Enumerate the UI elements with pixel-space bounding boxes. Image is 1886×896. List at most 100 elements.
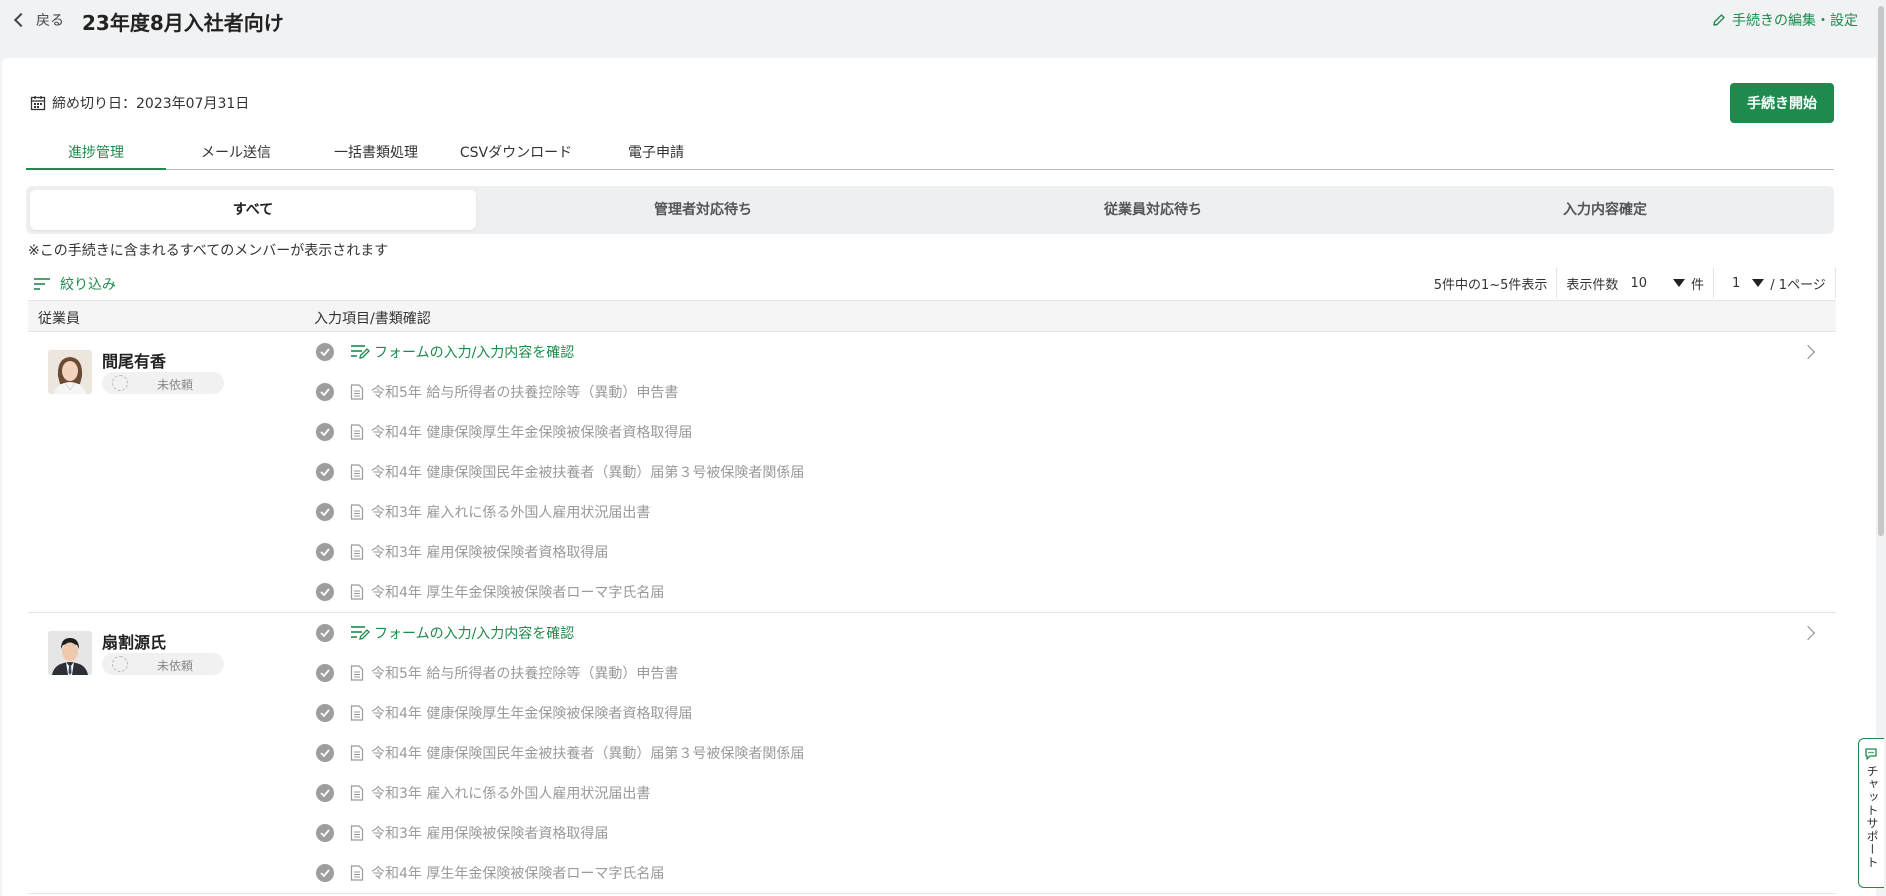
document-label: 令和3年 雇用保険被保険者資格取得届 bbox=[371, 826, 609, 842]
check-icon bbox=[316, 503, 334, 521]
document-item[interactable]: 令和3年 雇用保険被保険者資格取得届 bbox=[316, 532, 608, 572]
check-icon bbox=[316, 824, 334, 842]
deadline: 締め切り日：2023年07月31日 bbox=[30, 93, 249, 113]
form-edit-icon bbox=[350, 344, 370, 360]
members-note: ※この手続きに含まれるすべてのメンバーが表示されます bbox=[28, 243, 389, 259]
avatar bbox=[48, 350, 92, 394]
form-edit-icon bbox=[350, 625, 370, 641]
pending-icon bbox=[112, 656, 128, 672]
page-title: 23年度8月入社者向け bbox=[82, 11, 284, 35]
per-page-value: 10 bbox=[1630, 275, 1647, 291]
document-item[interactable]: 令和4年 厚生年金保険被保険者ローマ字氏名届 bbox=[316, 572, 664, 612]
result-summary: 5件中の1~5件表示 bbox=[1425, 268, 1558, 298]
caret-down-icon bbox=[1672, 279, 1685, 287]
chevron-right-icon[interactable] bbox=[1800, 344, 1816, 360]
start-procedure-button[interactable]: 手続き開始 bbox=[1730, 83, 1834, 123]
tab-email[interactable]: メール送信 bbox=[166, 140, 306, 170]
edit-settings-link[interactable]: 手続きの編集・設定 bbox=[1712, 10, 1858, 30]
employee-row: 扇割源氏 未依頼 フォームの入力/入力内容を確認 令和5年 給与所得者の扶養控除… bbox=[28, 613, 1836, 894]
check-icon bbox=[316, 543, 334, 561]
document-label: 令和4年 健康保険厚生年金保険被保険者資格取得届 bbox=[371, 706, 693, 722]
document-item[interactable]: 令和4年 健康保険厚生年金保険被保険者資格取得届 bbox=[316, 412, 692, 452]
tab-progress[interactable]: 進捗管理 bbox=[26, 140, 166, 170]
segment-employee-pending[interactable]: 従業員対応待ち bbox=[930, 190, 1376, 230]
document-item[interactable]: 令和4年 健康保険国民年金被扶養者（異動）届第３号被保険者関係届 bbox=[316, 733, 804, 773]
pagination: 5件中の1~5件表示 表示件数 10 件 1 / 1ページ bbox=[1425, 268, 1836, 298]
employee-name: 扇割源氏 bbox=[102, 633, 167, 652]
segment-admin-pending[interactable]: 管理者対応待ち bbox=[480, 190, 926, 230]
per-page-control: 表示件数 10 件 bbox=[1557, 268, 1714, 298]
per-page-label: 表示件数 bbox=[1566, 277, 1619, 293]
document-item[interactable]: 令和5年 給与所得者の扶養控除等（異動）申告書 bbox=[316, 372, 678, 412]
document-item[interactable]: 令和3年 雇入れに係る外国人雇用状況届出書 bbox=[316, 773, 650, 813]
check-icon bbox=[316, 624, 334, 642]
document-icon bbox=[350, 504, 364, 520]
check-icon bbox=[316, 664, 334, 682]
document-item[interactable]: 令和4年 健康保険厚生年金保険被保険者資格取得届 bbox=[316, 693, 692, 733]
status-badge: 未依頼 bbox=[102, 372, 224, 394]
calendar-icon bbox=[30, 96, 46, 111]
segment-all[interactable]: すべて bbox=[30, 190, 476, 230]
document-icon bbox=[350, 665, 364, 681]
document-label: 令和5年 給与所得者の扶養控除等（異動）申告書 bbox=[371, 666, 679, 682]
back-button[interactable]: 戻る bbox=[12, 10, 64, 30]
chat-support-label: チャットサポート bbox=[1865, 765, 1879, 869]
check-icon bbox=[316, 744, 334, 762]
check-icon bbox=[316, 784, 334, 802]
per-page-unit: 件 bbox=[1690, 277, 1704, 293]
page-suffix: / 1ページ bbox=[1770, 277, 1826, 293]
document-item[interactable]: 令和5年 給与所得者の扶養控除等（異動）申告書 bbox=[316, 653, 678, 693]
page-select[interactable]: 1 bbox=[1732, 276, 1770, 291]
back-label: 戻る bbox=[36, 13, 64, 29]
pending-icon bbox=[112, 375, 128, 391]
edit-settings-label: 手続きの編集・設定 bbox=[1732, 13, 1858, 29]
document-label: 令和3年 雇用保険被保険者資格取得届 bbox=[371, 545, 609, 561]
caret-down-icon bbox=[1752, 279, 1765, 287]
tab-bulk-documents[interactable]: 一括書類処理 bbox=[306, 140, 446, 170]
document-label: 令和5年 給与所得者の扶養控除等（異動）申告書 bbox=[371, 385, 679, 401]
scrollbar-thumb[interactable] bbox=[1878, 6, 1884, 536]
segment-confirmed[interactable]: 入力内容確定 bbox=[1380, 190, 1830, 230]
main-card: 締め切り日：2023年07月31日 手続き開始 進捗管理 メール送信 一括書類処… bbox=[2, 58, 1880, 896]
check-icon bbox=[316, 583, 334, 601]
document-icon bbox=[350, 865, 364, 881]
check-icon bbox=[316, 463, 334, 481]
form-link-label: フォームの入力/入力内容を確認 bbox=[374, 345, 575, 361]
form-input-link[interactable]: フォームの入力/入力内容を確認 bbox=[316, 332, 574, 372]
document-icon bbox=[350, 825, 364, 841]
document-label: 令和4年 健康保険国民年金被扶養者（異動）届第３号被保険者関係届 bbox=[371, 465, 805, 481]
form-input-link[interactable]: フォームの入力/入力内容を確認 bbox=[316, 613, 574, 653]
per-page-select[interactable]: 10 bbox=[1630, 276, 1691, 291]
status-label: 未依頼 bbox=[157, 659, 194, 673]
document-item[interactable]: 令和3年 雇入れに係る外国人雇用状況届出書 bbox=[316, 492, 650, 532]
document-label: 令和4年 健康保険国民年金被扶養者（異動）届第３号被保険者関係届 bbox=[371, 746, 805, 762]
form-link-label: フォームの入力/入力内容を確認 bbox=[374, 626, 575, 642]
document-icon bbox=[350, 384, 364, 400]
document-icon bbox=[350, 464, 364, 480]
document-icon bbox=[350, 745, 364, 761]
tab-e-filing[interactable]: 電子申請 bbox=[586, 140, 726, 170]
document-label: 令和3年 雇入れに係る外国人雇用状況届出書 bbox=[371, 505, 651, 521]
document-icon bbox=[350, 785, 364, 801]
document-label: 令和4年 厚生年金保険被保険者ローマ字氏名届 bbox=[371, 866, 665, 882]
check-icon bbox=[316, 423, 334, 441]
status-filter-segment: すべて 管理者対応待ち 従業員対応待ち 入力内容確定 bbox=[26, 186, 1834, 234]
column-employee: 従業員 bbox=[38, 311, 80, 327]
document-item[interactable]: 令和3年 雇用保険被保険者資格取得届 bbox=[316, 813, 608, 853]
document-icon bbox=[350, 584, 364, 600]
tab-csv-download[interactable]: CSVダウンロード bbox=[446, 140, 586, 170]
check-icon bbox=[316, 864, 334, 882]
document-item[interactable]: 令和4年 健康保険国民年金被扶養者（異動）届第３号被保険者関係届 bbox=[316, 452, 804, 492]
document-label: 令和3年 雇入れに係る外国人雇用状況届出書 bbox=[371, 786, 651, 802]
status-badge: 未依頼 bbox=[102, 653, 224, 675]
chevron-right-icon[interactable] bbox=[1800, 625, 1816, 641]
document-item[interactable]: 令和4年 厚生年金保険被保険者ローマ字氏名届 bbox=[316, 853, 664, 893]
filter-icon bbox=[34, 278, 50, 290]
check-icon bbox=[316, 343, 334, 361]
chat-icon bbox=[1865, 748, 1877, 760]
employee-name: 間尾有香 bbox=[102, 352, 167, 371]
chat-support-button[interactable]: チャットサポート bbox=[1858, 738, 1884, 888]
check-icon bbox=[316, 704, 334, 722]
table-header: 従業員 入力項目/書類確認 bbox=[28, 300, 1836, 332]
filter-button[interactable]: 絞り込み bbox=[34, 274, 116, 294]
